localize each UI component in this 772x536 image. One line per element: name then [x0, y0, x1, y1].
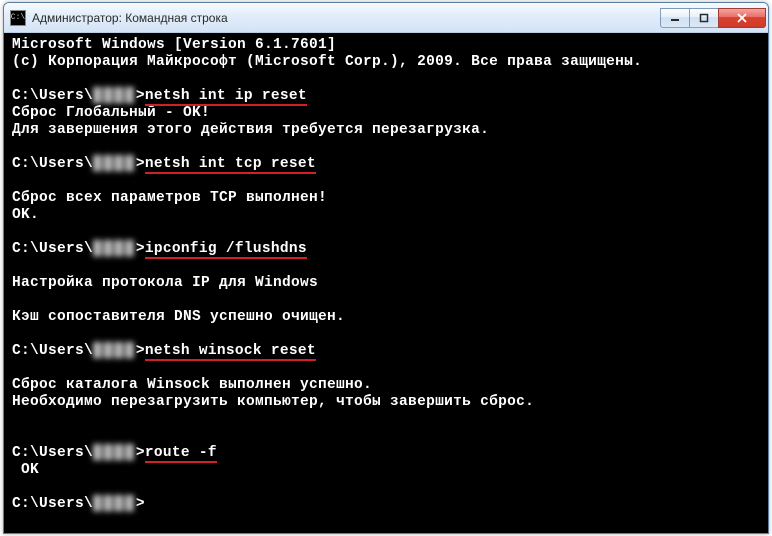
command-5: route -f [145, 445, 217, 462]
minimize-button[interactable] [660, 8, 690, 28]
version-line: Microsoft Windows [Version 6.1.7601] [12, 37, 760, 54]
maximize-button[interactable] [689, 8, 719, 28]
username-blur: ████ [93, 241, 136, 258]
command-2: netsh int tcp reset [145, 156, 316, 173]
output-4a: Сброс каталога Winsock выполнен успешно. [12, 377, 760, 394]
prompt-line-2: C:\Users\████>netsh int tcp reset [12, 156, 760, 173]
copyright-line: (c) Корпорация Майкрософт (Microsoft Cor… [12, 54, 760, 71]
username-blur: ████ [93, 445, 136, 462]
output-1a: Сброс Глобальный - OK! [12, 105, 760, 122]
output-2a: Сброс всех параметров TCP выполнен! [12, 190, 760, 207]
prompt-line-6: C:\Users\████> [12, 496, 760, 513]
window-title: Администратор: Командная строка [32, 11, 661, 25]
output-3a: Настройка протокола IP для Windows [12, 275, 760, 292]
terminal-area[interactable]: Microsoft Windows [Version 6.1.7601] (c)… [4, 33, 768, 533]
prompt-line-4: C:\Users\████>netsh winsock reset [12, 343, 760, 360]
close-button[interactable] [718, 8, 766, 28]
window-controls [661, 8, 766, 28]
command-3: ipconfig /flushdns [145, 241, 307, 258]
output-2b: OK. [12, 207, 760, 224]
prompt-line-3: C:\Users\████>ipconfig /flushdns [12, 241, 760, 258]
output-4b: Необходимо перезагрузить компьютер, чтоб… [12, 394, 760, 411]
prompt-line-5: C:\Users\████>route -f [12, 445, 760, 462]
output-5a: OK [12, 462, 760, 479]
command-4: netsh winsock reset [145, 343, 316, 360]
titlebar[interactable]: C:\ Администратор: Командная строка [4, 3, 768, 33]
output-3b: Кэш сопоставителя DNS успешно очищен. [12, 309, 760, 326]
command-1: netsh int ip reset [145, 88, 307, 105]
username-blur: ████ [93, 156, 136, 173]
username-blur: ████ [93, 88, 136, 105]
username-blur: ████ [93, 343, 136, 360]
prompt-line-1: C:\Users\████>netsh int ip reset [12, 88, 760, 105]
username-blur: ████ [93, 496, 136, 513]
window-frame: C:\ Администратор: Командная строка Micr… [3, 2, 769, 534]
output-1b: Для завершения этого действия требуется … [12, 122, 760, 139]
app-icon: C:\ [10, 10, 26, 26]
